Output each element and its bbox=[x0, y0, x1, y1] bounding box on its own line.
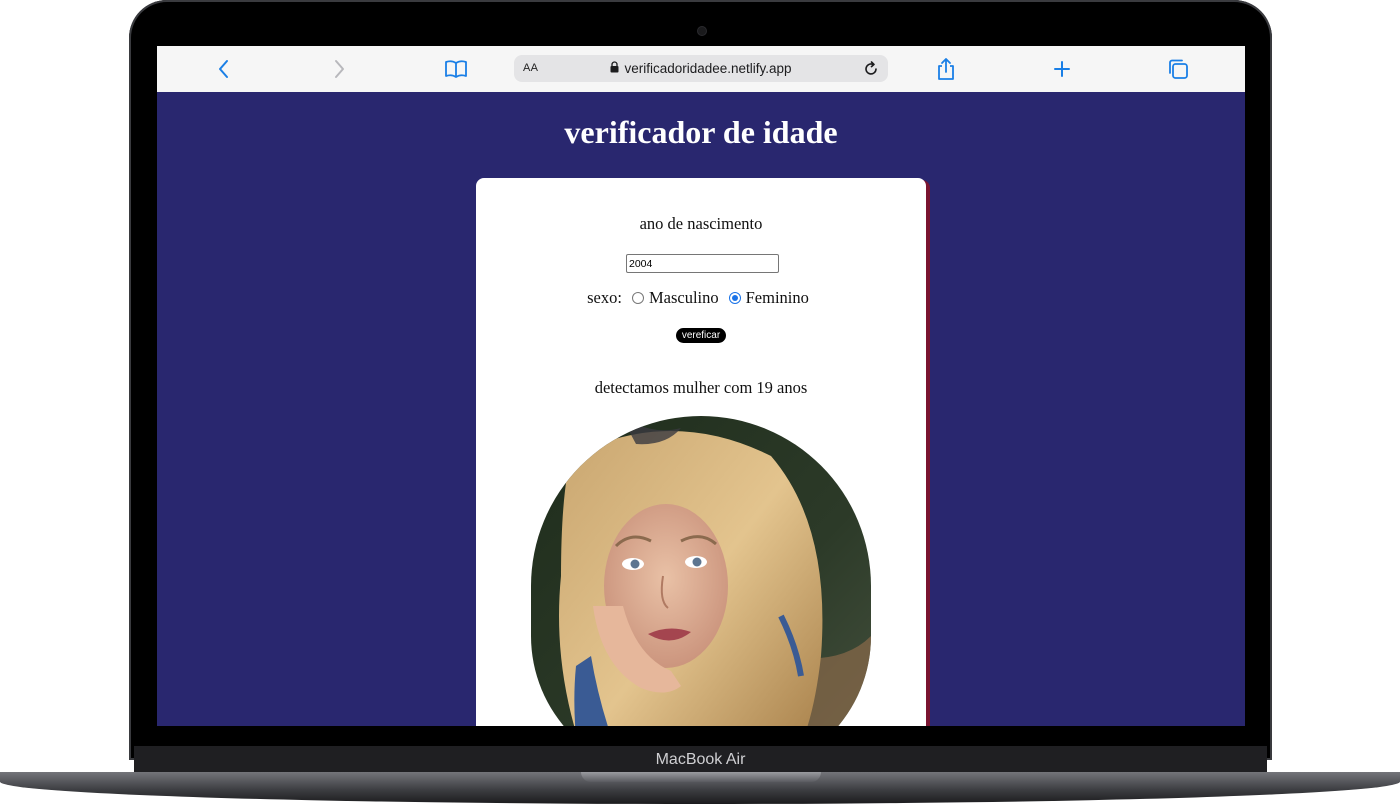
screen: AA verificadoridadee.netlify.app verific… bbox=[157, 46, 1245, 726]
address-bar[interactable]: AA verificadoridadee.netlify.app bbox=[514, 55, 888, 82]
reload-icon[interactable] bbox=[860, 58, 882, 80]
chevron-right-icon[interactable] bbox=[324, 54, 354, 84]
lock-icon bbox=[610, 60, 619, 78]
browser-toolbar: AA verificadoridadee.netlify.app bbox=[157, 46, 1245, 93]
url-text: verificadoridadee.netlify.app bbox=[624, 61, 792, 76]
portrait-photo bbox=[531, 416, 871, 726]
verify-button[interactable]: vereficar bbox=[676, 328, 726, 343]
radio-label-feminino[interactable]: Feminino bbox=[746, 288, 809, 308]
form-card: ano de nascimento sexo: Masculino Femini… bbox=[476, 178, 926, 726]
sex-options: sexo: Masculino Feminino bbox=[476, 288, 926, 308]
device-label: MacBook Air bbox=[655, 751, 746, 768]
tabs-icon[interactable] bbox=[1163, 54, 1193, 84]
radio-label-masculino[interactable]: Masculino bbox=[649, 288, 719, 308]
birth-year-label: ano de nascimento bbox=[639, 214, 763, 233]
camera-icon bbox=[697, 26, 707, 36]
chevron-left-icon[interactable] bbox=[209, 54, 239, 84]
birth-year-input[interactable] bbox=[626, 254, 779, 273]
plus-icon[interactable] bbox=[1047, 54, 1077, 84]
page-content: verificador de idade ano de nascimento s… bbox=[157, 92, 1245, 726]
book-icon[interactable] bbox=[441, 54, 471, 84]
page-title: verificador de idade bbox=[564, 114, 838, 150]
sex-label: sexo: bbox=[587, 288, 622, 307]
url-display: verificadoridadee.netlify.app bbox=[514, 55, 888, 82]
laptop-notch bbox=[581, 772, 821, 782]
share-icon[interactable] bbox=[931, 54, 961, 84]
result-text: detectamos mulher com 19 anos bbox=[594, 378, 808, 397]
radio-feminino[interactable] bbox=[728, 292, 741, 304]
radio-masculino[interactable] bbox=[631, 292, 644, 304]
